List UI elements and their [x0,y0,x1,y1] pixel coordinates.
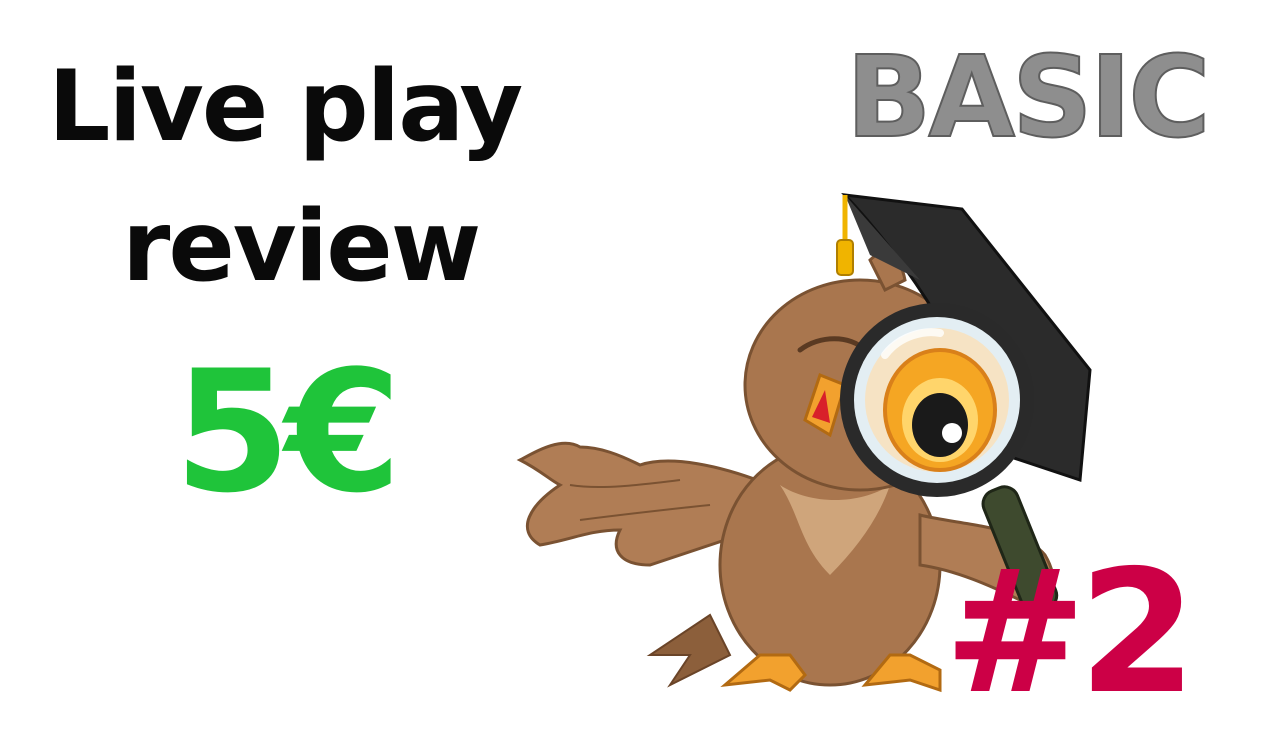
magnifying-glass-icon [840,303,1034,497]
episode-number: #2 [944,534,1197,732]
thumbnail: Live play review 5€ BASIC #2 [0,0,1280,720]
title-line-1: Live play [48,50,523,164]
owl-tail [646,613,732,688]
price-label: 5€ [174,334,402,530]
title-line-2: review [122,190,481,304]
tier-label: BASIC [845,33,1212,163]
